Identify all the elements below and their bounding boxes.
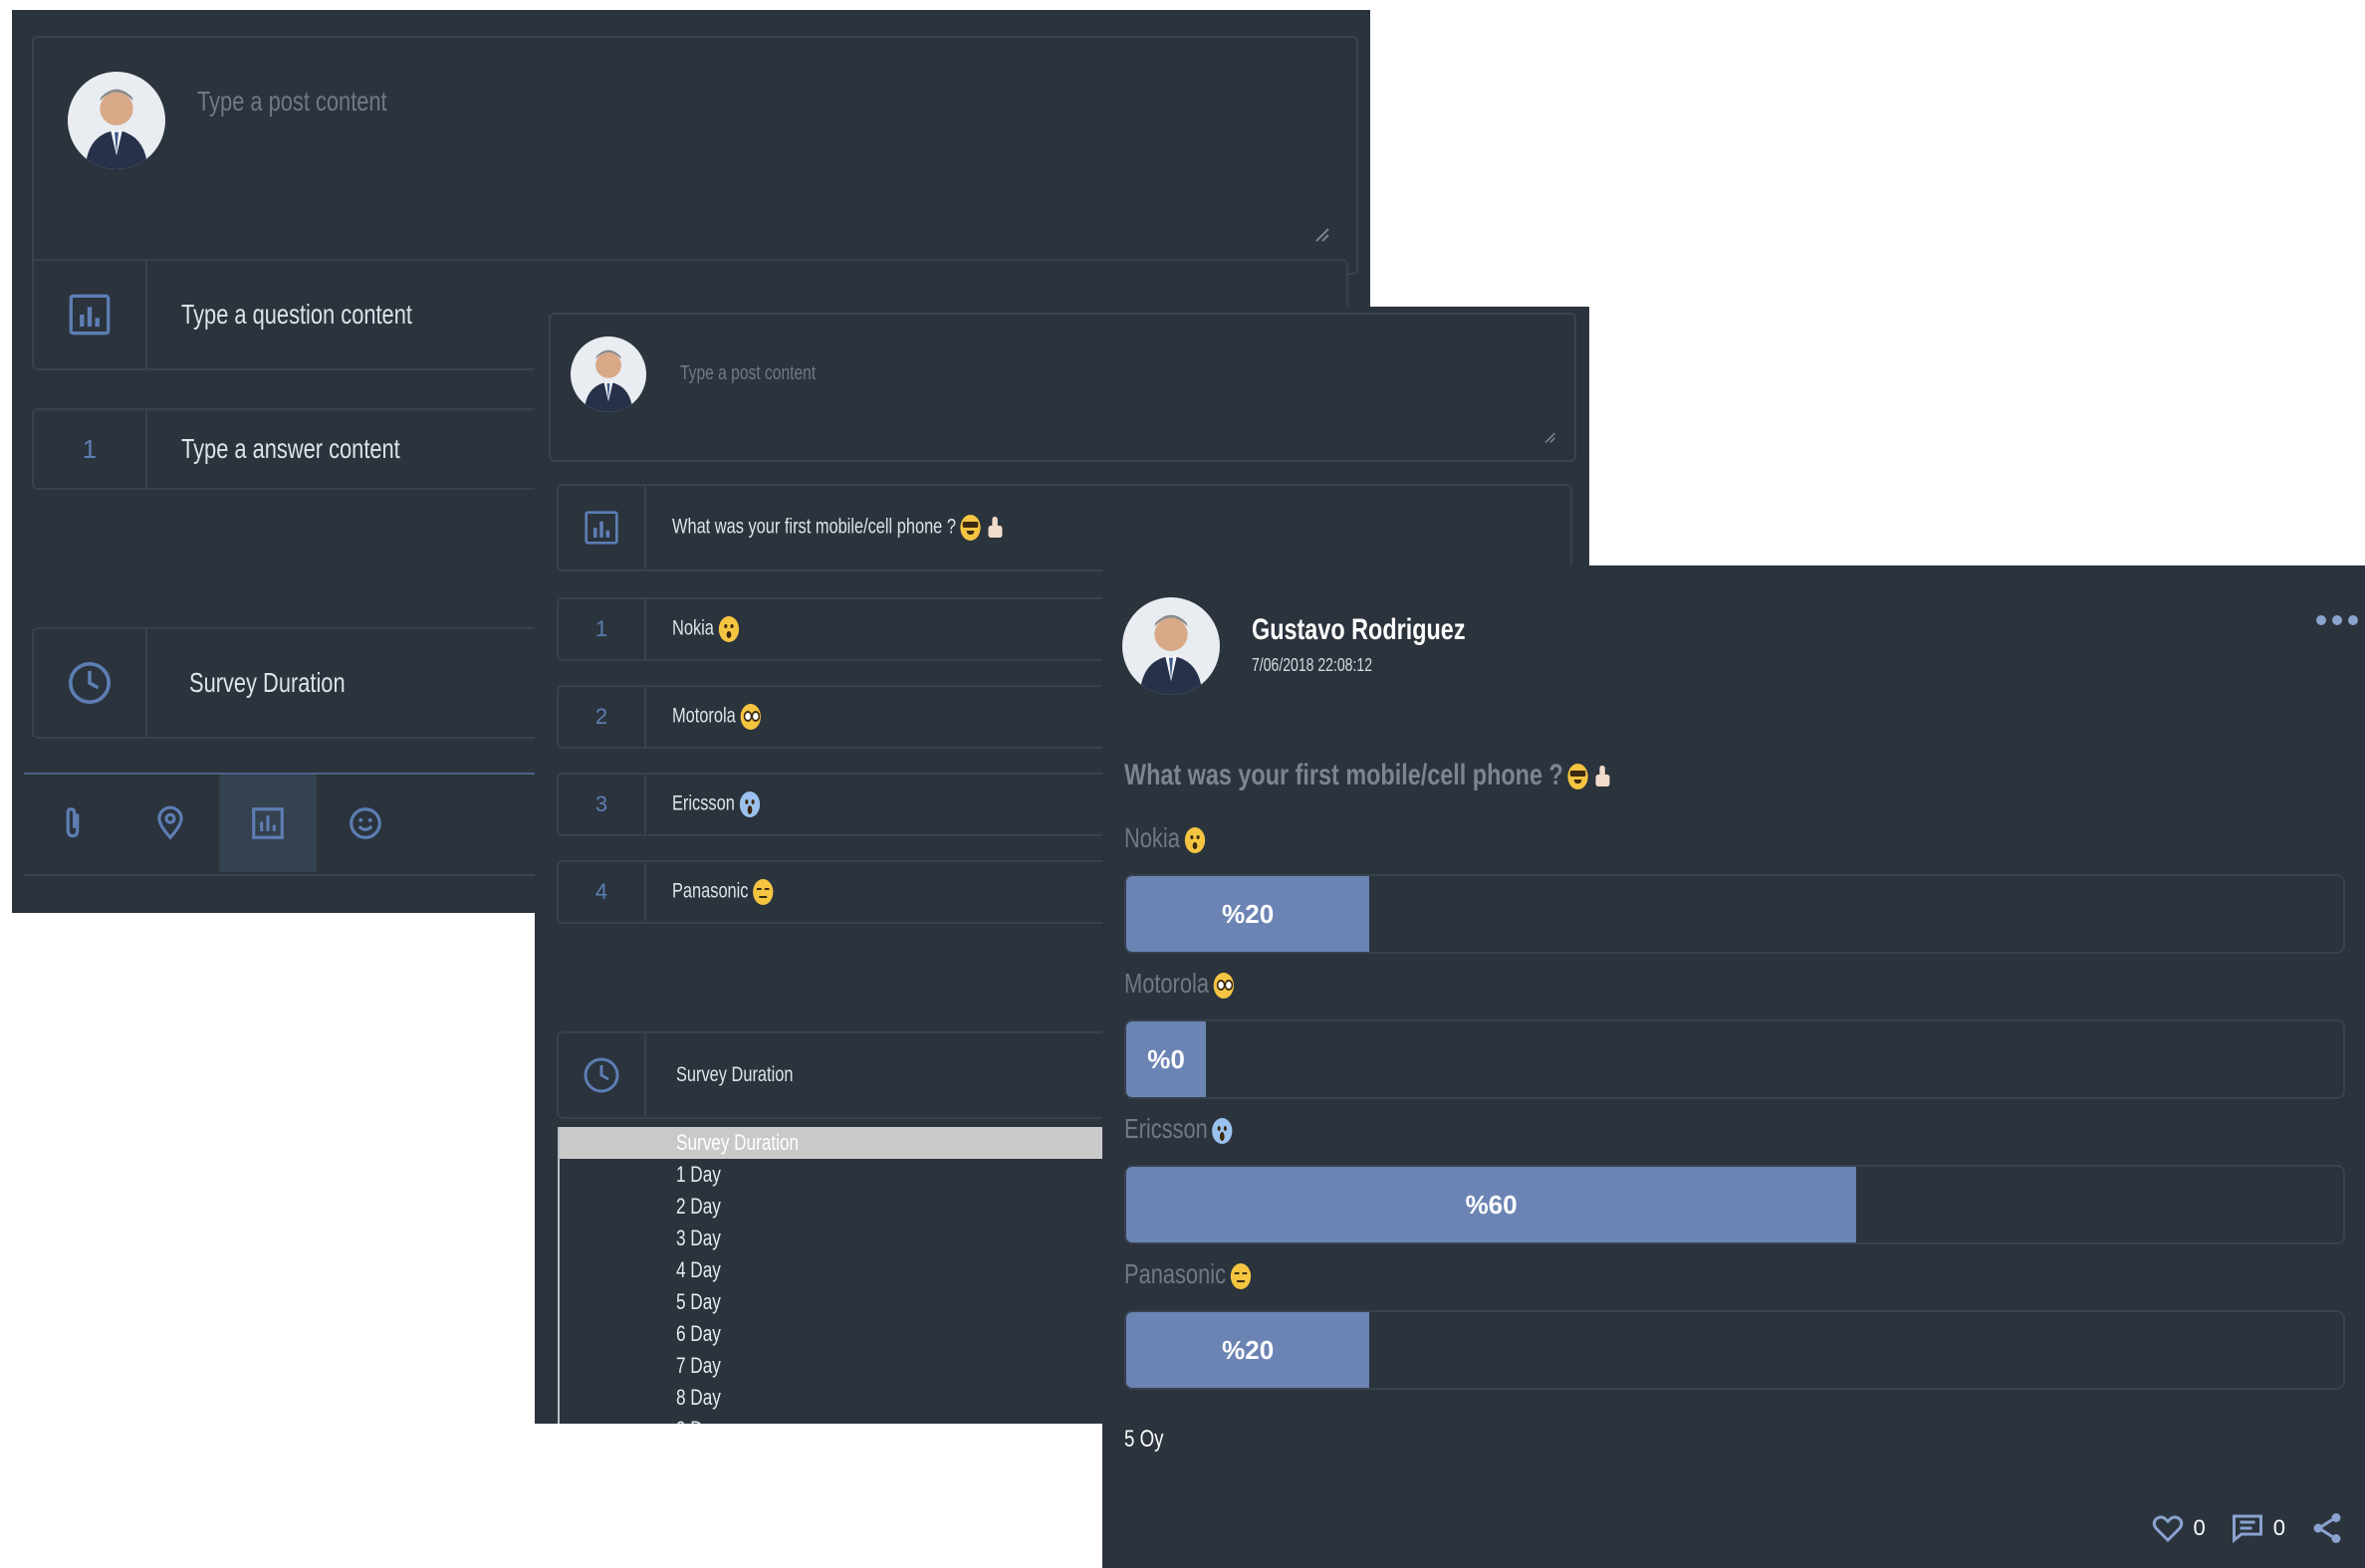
poll-icon <box>34 261 147 368</box>
post-input-box[interactable]: Type a post content <box>32 36 1358 275</box>
clock-icon <box>559 1033 646 1117</box>
sunglasses-emoji-icon <box>1567 764 1588 790</box>
duration-dropdown[interactable]: Survey Duration 1 Day 2 Day 3 Day 4 Day … <box>558 1127 1127 1424</box>
post-input-box[interactable]: Type a post content <box>549 313 1576 462</box>
poll-bar-fill: %20 <box>1126 1312 1370 1388</box>
share-button[interactable] <box>2309 1510 2345 1546</box>
unamused-emoji-icon <box>1230 1262 1251 1289</box>
astonished-emoji-icon <box>718 616 739 642</box>
dropdown-option[interactable]: 2 Day <box>560 1191 1127 1223</box>
avatar <box>571 336 646 412</box>
heart-icon <box>2152 1515 2183 1543</box>
duration-row[interactable]: Survey Duration <box>32 627 590 739</box>
post-actions: 0 0 <box>2150 1510 2346 1546</box>
answer-number: 1 <box>34 410 147 488</box>
avatar <box>68 72 165 169</box>
astonished-emoji-icon <box>1184 826 1205 853</box>
question-placeholder: Type a question content <box>181 299 412 330</box>
comment-icon <box>2232 1514 2262 1544</box>
poll-icon <box>559 486 646 569</box>
dropdown-option[interactable]: 4 Day <box>560 1254 1127 1286</box>
poll-post-card: Gustavo Rodriguez 7/06/2018 22:08:12 Wha… <box>1102 565 2365 1568</box>
post-placeholder: Type a post content <box>197 86 387 116</box>
sunglasses-emoji-icon <box>960 515 981 541</box>
resize-handle-icon[interactable] <box>1542 430 1556 444</box>
resize-handle-icon[interactable] <box>1312 225 1330 243</box>
percent-label: %60 <box>1465 1189 1518 1220</box>
comment-button[interactable]: 0 <box>2230 1510 2285 1546</box>
answer-number: 4 <box>559 862 646 922</box>
poll-bar-fill: %20 <box>1126 876 1370 952</box>
dropdown-option[interactable]: 6 Day <box>560 1318 1127 1350</box>
unamused-emoji-icon <box>753 879 774 905</box>
dropdown-option[interactable]: 3 Day <box>560 1223 1127 1254</box>
screaming-emoji-icon <box>739 791 760 817</box>
author-name[interactable]: Gustavo Rodriguez <box>1252 613 1526 647</box>
answer-text: Panasonic <box>672 879 802 905</box>
answer-text: Nokia <box>672 616 758 642</box>
nerd-emoji-icon <box>1213 972 1234 999</box>
percent-label: %20 <box>1222 898 1275 929</box>
avatar[interactable] <box>1122 597 1220 695</box>
duration-select[interactable]: Survey Duration <box>676 1063 827 1087</box>
answer-placeholder: Type a answer content <box>181 433 400 464</box>
question-text: What was your first mobile/cell phone ? <box>672 515 1099 541</box>
poll-bar-fill: %0 <box>1126 1021 1206 1097</box>
poll-option-bar[interactable]: %20 <box>1124 1310 2345 1390</box>
poll-icon[interactable] <box>219 775 317 872</box>
nerd-emoji-icon <box>740 704 761 730</box>
duration-label: Survey Duration <box>189 667 346 698</box>
like-count: 0 <box>2193 1515 2206 1540</box>
option-label: Panasonic <box>1124 1258 1287 1290</box>
post-placeholder: Type a post content <box>680 362 817 384</box>
dropdown-option[interactable]: Survey Duration <box>560 1127 1127 1159</box>
poll-bar-fill: %60 <box>1126 1167 1857 1242</box>
emoji-icon[interactable] <box>317 775 414 872</box>
composer-toolbar <box>24 773 542 872</box>
percent-label: %20 <box>1222 1334 1275 1365</box>
answer-text: Ericsson <box>672 791 785 817</box>
dropdown-option[interactable]: 9 Day <box>560 1414 1127 1424</box>
screaming-emoji-icon <box>1212 1117 1233 1144</box>
percent-label: %0 <box>1147 1043 1185 1074</box>
option-label: Nokia <box>1124 822 1228 854</box>
attachment-icon[interactable] <box>24 775 121 872</box>
poll-option-bar[interactable]: %20 <box>1124 874 2345 954</box>
dropdown-option[interactable]: 8 Day <box>560 1382 1127 1414</box>
like-button[interactable]: 0 <box>2150 1510 2206 1546</box>
answer-number: 3 <box>559 775 646 834</box>
votes-count: 5 Oy <box>1124 1426 1164 1453</box>
poll-option-bar[interactable]: %0 <box>1124 1019 2345 1099</box>
comment-count: 0 <box>2272 1515 2285 1540</box>
answer-text: Motorola <box>672 704 786 730</box>
dropdown-option[interactable]: 1 Day <box>560 1159 1127 1191</box>
thumbs-up-emoji-icon <box>986 515 1006 541</box>
more-options-icon[interactable] <box>2315 613 2359 625</box>
question-row[interactable]: What was your first mobile/cell phone ? <box>557 484 1572 571</box>
poll-option-bar[interactable]: %60 <box>1124 1165 2345 1244</box>
answer-number: 2 <box>559 687 646 747</box>
answer-row[interactable]: 1 Type a answer content <box>32 408 590 490</box>
post-date: 7/06/2018 22:08:12 <box>1252 655 1373 675</box>
option-label: Motorola <box>1124 968 1265 1000</box>
divider <box>24 874 542 876</box>
share-icon <box>2313 1513 2341 1543</box>
dropdown-option[interactable]: 7 Day <box>560 1350 1127 1382</box>
thumbs-up-emoji-icon <box>1592 764 1612 789</box>
location-icon[interactable] <box>121 775 219 872</box>
dropdown-option[interactable]: 5 Day <box>560 1286 1127 1318</box>
clock-icon <box>34 629 147 737</box>
option-label: Ericsson <box>1124 1113 1263 1145</box>
answer-number: 1 <box>559 599 646 659</box>
poll-question: What was your first mobile/cell phone ? <box>1124 759 1751 792</box>
